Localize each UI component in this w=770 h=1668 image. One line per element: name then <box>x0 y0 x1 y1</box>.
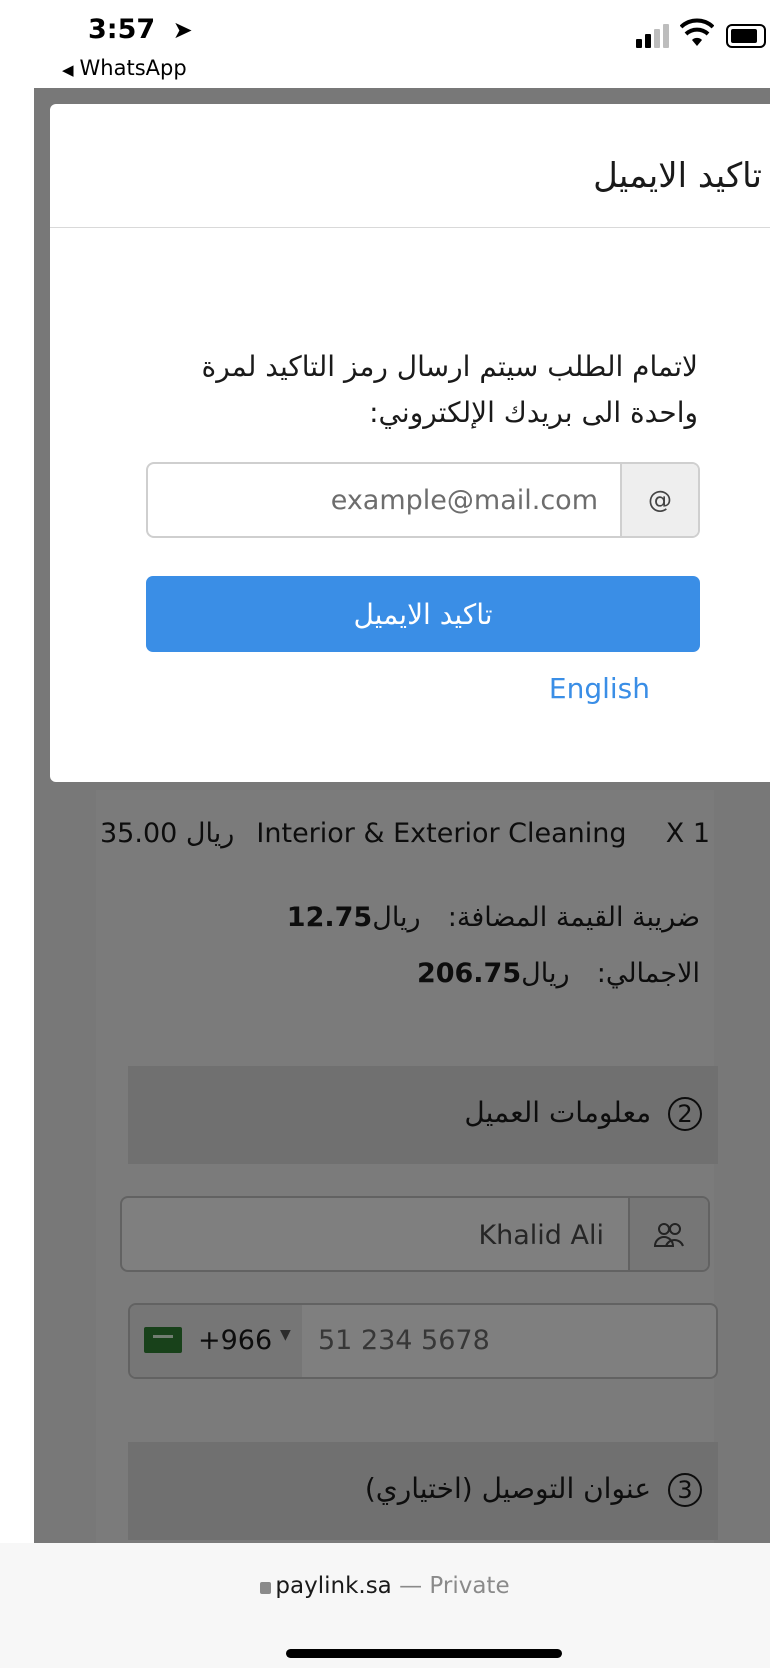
back-triangle-icon: ◀ <box>62 61 74 79</box>
url-display[interactable]: paylink.sa — Private <box>0 1573 770 1599</box>
email-input[interactable] <box>148 464 618 536</box>
modal-header: تاكيد الايميل <box>50 104 770 228</box>
at-sign-icon: @ <box>620 464 698 536</box>
language-switch-link[interactable]: English <box>549 672 650 705</box>
modal-title: تاكيد الايميل <box>593 156 762 196</box>
battery-icon <box>726 24 766 48</box>
home-indicator[interactable] <box>286 1649 562 1658</box>
clock: 3:57 ➤ <box>88 14 193 45</box>
email-input-group: @ <box>146 462 700 538</box>
back-app-label: WhatsApp <box>79 56 187 80</box>
email-confirmation-modal: تاكيد الايميل لاتمام الطلب سيتم ارسال رم… <box>50 104 770 782</box>
browser-address-bar[interactable]: paylink.sa — Private <box>0 1543 770 1668</box>
modal-message: لاتمام الطلب سيتم ارسال رمز التاكيد لمرة… <box>201 350 698 429</box>
confirm-email-button[interactable]: تاكيد الايميل <box>146 576 700 652</box>
status-bar: 3:57 ➤ ◀ WhatsApp <box>0 0 770 88</box>
cellular-signal-icon <box>636 22 672 48</box>
url-domain: paylink.sa <box>275 1573 392 1599</box>
location-arrow-icon: ➤ <box>172 16 193 44</box>
back-to-app-link[interactable]: ◀ WhatsApp <box>62 56 187 80</box>
clock-time: 3:57 <box>88 14 156 45</box>
wifi-icon <box>680 18 714 46</box>
private-mode-label: Private <box>429 1573 510 1599</box>
lock-icon <box>260 1582 272 1594</box>
url-separator: — <box>399 1573 423 1599</box>
